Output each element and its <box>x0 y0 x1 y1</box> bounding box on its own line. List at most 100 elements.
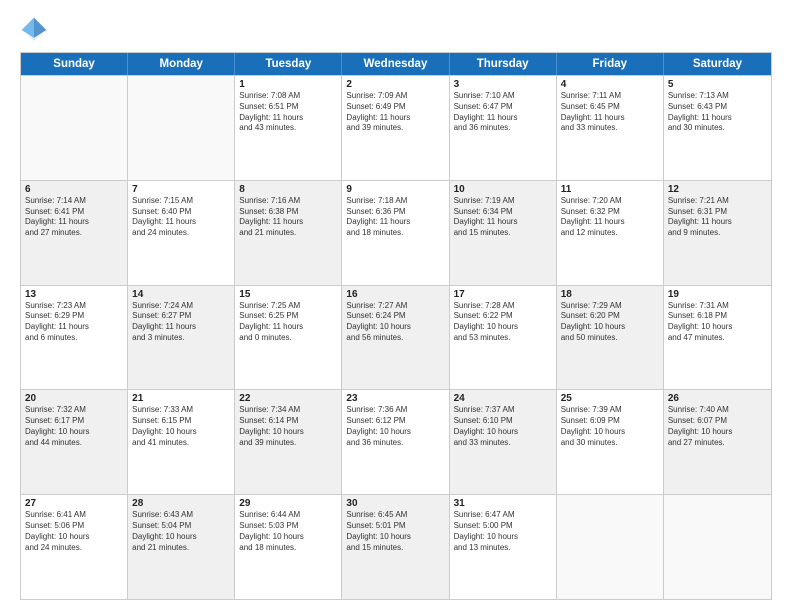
cell-line: Daylight: 10 hours <box>668 322 767 333</box>
cell-line: Sunset: 6:22 PM <box>454 311 552 322</box>
cell-line: and 39 minutes. <box>239 438 337 449</box>
cell-line: Sunrise: 7:31 AM <box>668 301 767 312</box>
cell-line: Sunset: 5:06 PM <box>25 521 123 532</box>
day-number: 3 <box>454 79 552 90</box>
day-number: 26 <box>668 393 767 404</box>
calendar-cell-1-4: 10Sunrise: 7:19 AMSunset: 6:34 PMDayligh… <box>450 181 557 285</box>
cell-line: Sunset: 6:15 PM <box>132 416 230 427</box>
cell-line: Sunset: 6:09 PM <box>561 416 659 427</box>
cell-line: Sunrise: 7:29 AM <box>561 301 659 312</box>
calendar-cell-1-5: 11Sunrise: 7:20 AMSunset: 6:32 PMDayligh… <box>557 181 664 285</box>
cell-line: Sunrise: 7:18 AM <box>346 196 444 207</box>
day-number: 31 <box>454 498 552 509</box>
calendar-cell-1-3: 9Sunrise: 7:18 AMSunset: 6:36 PMDaylight… <box>342 181 449 285</box>
cell-line: Sunrise: 7:20 AM <box>561 196 659 207</box>
day-number: 15 <box>239 289 337 300</box>
calendar-cell-4-4: 31Sunrise: 6:47 AMSunset: 5:00 PMDayligh… <box>450 495 557 599</box>
cell-line: Daylight: 10 hours <box>561 427 659 438</box>
calendar-cell-4-1: 28Sunrise: 6:43 AMSunset: 5:04 PMDayligh… <box>128 495 235 599</box>
cell-line: Sunrise: 6:47 AM <box>454 510 552 521</box>
cell-line: Sunrise: 7:15 AM <box>132 196 230 207</box>
calendar-cell-2-2: 15Sunrise: 7:25 AMSunset: 6:25 PMDayligh… <box>235 286 342 390</box>
cell-line: Sunrise: 7:09 AM <box>346 91 444 102</box>
cell-line: Sunrise: 7:39 AM <box>561 405 659 416</box>
cell-line: Sunset: 6:17 PM <box>25 416 123 427</box>
cell-line: and 47 minutes. <box>668 333 767 344</box>
day-number: 23 <box>346 393 444 404</box>
cell-line: Sunset: 6:36 PM <box>346 207 444 218</box>
calendar-cell-2-0: 13Sunrise: 7:23 AMSunset: 6:29 PMDayligh… <box>21 286 128 390</box>
day-number: 27 <box>25 498 123 509</box>
cell-line: Sunrise: 7:10 AM <box>454 91 552 102</box>
day-number: 22 <box>239 393 337 404</box>
cell-line: Sunset: 6:10 PM <box>454 416 552 427</box>
cell-line: and 56 minutes. <box>346 333 444 344</box>
cell-line: Daylight: 11 hours <box>561 113 659 124</box>
calendar-cell-0-6: 5Sunrise: 7:13 AMSunset: 6:43 PMDaylight… <box>664 76 771 180</box>
cell-line: Daylight: 10 hours <box>132 532 230 543</box>
cell-line: Sunset: 6:07 PM <box>668 416 767 427</box>
cell-line: and 21 minutes. <box>132 543 230 554</box>
calendar-cell-3-4: 24Sunrise: 7:37 AMSunset: 6:10 PMDayligh… <box>450 390 557 494</box>
cell-line: Daylight: 11 hours <box>239 217 337 228</box>
calendar-cell-3-2: 22Sunrise: 7:34 AMSunset: 6:14 PMDayligh… <box>235 390 342 494</box>
cell-line: and 0 minutes. <box>239 333 337 344</box>
cell-line: Daylight: 10 hours <box>668 427 767 438</box>
day-number: 18 <box>561 289 659 300</box>
cell-line: Sunrise: 7:25 AM <box>239 301 337 312</box>
cell-line: Daylight: 11 hours <box>454 217 552 228</box>
cell-line: Daylight: 10 hours <box>132 427 230 438</box>
cell-line: and 6 minutes. <box>25 333 123 344</box>
calendar-row-4: 27Sunrise: 6:41 AMSunset: 5:06 PM Dayligh… <box>21 494 771 599</box>
cell-line: Sunrise: 7:24 AM <box>132 301 230 312</box>
header <box>20 16 772 44</box>
cell-line: and 3 minutes. <box>132 333 230 344</box>
calendar-cell-0-3: 2Sunrise: 7:09 AMSunset: 6:49 PMDaylight… <box>342 76 449 180</box>
cell-line: Sunrise: 7:08 AM <box>239 91 337 102</box>
calendar-body: 1Sunrise: 7:08 AMSunset: 6:51 PMDaylight… <box>21 75 771 599</box>
day-number: 16 <box>346 289 444 300</box>
cell-line: Sunset: 6:31 PM <box>668 207 767 218</box>
header-day-monday: Monday <box>128 53 235 75</box>
cell-line: Sunset: 6:18 PM <box>668 311 767 322</box>
day-number: 12 <box>668 184 767 195</box>
cell-line: and 15 minutes. <box>454 228 552 239</box>
cell-line: and 33 minutes. <box>561 123 659 134</box>
cell-line: Sunrise: 6:41 AM <box>25 510 123 521</box>
cell-line: and 15 minutes. <box>346 543 444 554</box>
cell-line: Sunrise: 7:21 AM <box>668 196 767 207</box>
calendar-row-0: 1Sunrise: 7:08 AMSunset: 6:51 PMDaylight… <box>21 75 771 180</box>
calendar-cell-2-5: 18Sunrise: 7:29 AMSunset: 6:20 PMDayligh… <box>557 286 664 390</box>
cell-line: Sunrise: 7:11 AM <box>561 91 659 102</box>
cell-line: Daylight: 11 hours <box>346 113 444 124</box>
day-number: 14 <box>132 289 230 300</box>
calendar-cell-0-1 <box>128 76 235 180</box>
cell-line: and 9 minutes. <box>668 228 767 239</box>
cell-line: Sunset: 6:51 PM <box>239 102 337 113</box>
cell-line: Daylight: 10 hours <box>346 322 444 333</box>
cell-line: Daylight: 10 hours <box>561 322 659 333</box>
cell-line: Sunrise: 7:16 AM <box>239 196 337 207</box>
calendar-cell-3-5: 25Sunrise: 7:39 AMSunset: 6:09 PMDayligh… <box>557 390 664 494</box>
header-day-tuesday: Tuesday <box>235 53 342 75</box>
cell-line: and 43 minutes. <box>239 123 337 134</box>
day-number: 21 <box>132 393 230 404</box>
cell-line: Sunset: 6:43 PM <box>668 102 767 113</box>
cell-line: Sunset: 6:12 PM <box>346 416 444 427</box>
cell-line: Sunset: 6:49 PM <box>346 102 444 113</box>
cell-line: Sunset: 6:32 PM <box>561 207 659 218</box>
cell-line: Sunrise: 7:19 AM <box>454 196 552 207</box>
cell-line: Daylight: 11 hours <box>454 113 552 124</box>
day-number: 2 <box>346 79 444 90</box>
day-number: 17 <box>454 289 552 300</box>
calendar: SundayMondayTuesdayWednesdayThursdayFrid… <box>20 52 772 600</box>
cell-line: Sunset: 6:14 PM <box>239 416 337 427</box>
calendar-cell-3-3: 23Sunrise: 7:36 AMSunset: 6:12 PMDayligh… <box>342 390 449 494</box>
day-number: 5 <box>668 79 767 90</box>
calendar-cell-0-4: 3Sunrise: 7:10 AMSunset: 6:47 PMDaylight… <box>450 76 557 180</box>
cell-line: Daylight: 11 hours <box>132 217 230 228</box>
cell-line: Sunrise: 7:36 AM <box>346 405 444 416</box>
cell-line: Sunset: 6:24 PM <box>346 311 444 322</box>
cell-line: and 18 minutes. <box>239 543 337 554</box>
header-day-saturday: Saturday <box>664 53 771 75</box>
